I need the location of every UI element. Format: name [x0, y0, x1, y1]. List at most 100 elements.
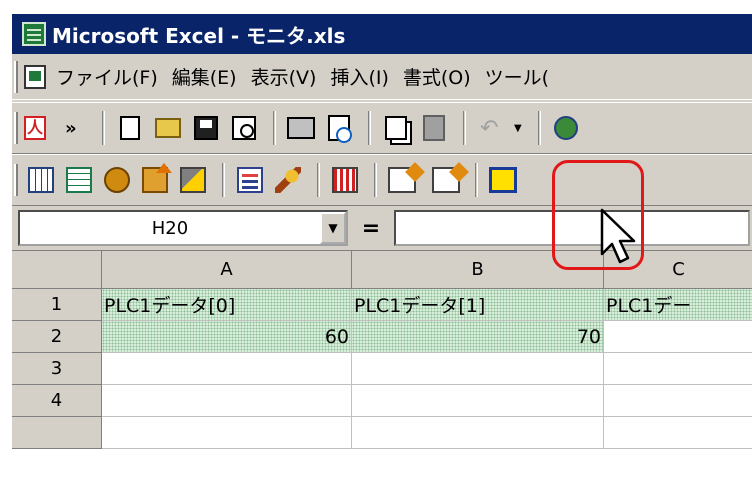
chart-icon	[332, 167, 358, 193]
grid-icon	[28, 167, 54, 193]
column-header-a[interactable]: A	[102, 251, 352, 289]
menu-bar: ファイル(F) 編集(E) 表示(V) 挿入(I) 書式(O) ツール(	[12, 54, 752, 100]
open-icon	[155, 118, 181, 138]
print-button[interactable]	[284, 111, 318, 145]
name-box-value: H20	[151, 217, 189, 239]
new-button[interactable]	[113, 111, 147, 145]
document-icon[interactable]	[24, 64, 46, 89]
toolbar-grip[interactable]	[14, 164, 18, 196]
sheet-transfer-button-2[interactable]	[429, 163, 463, 197]
undo-icon: ↶	[480, 115, 499, 141]
cell-a1[interactable]: PLC1データ[0]	[102, 289, 352, 321]
cell-c5[interactable]	[604, 417, 752, 449]
save-button[interactable]	[189, 111, 223, 145]
new-icon	[120, 116, 140, 140]
toolbar-separator	[475, 163, 478, 197]
grid-button-2[interactable]	[62, 163, 96, 197]
cell-c3[interactable]	[604, 353, 752, 385]
menu-insert[interactable]: 挿入(I)	[330, 63, 388, 90]
toolbar-separator	[102, 111, 105, 145]
frame-button[interactable]	[486, 163, 520, 197]
chevron-icon: »	[65, 117, 77, 139]
menu-format[interactable]: 書式(O)	[403, 63, 471, 90]
menubar-grip[interactable]	[14, 60, 18, 93]
sheet-transfer-icon	[388, 167, 416, 193]
row-header[interactable]: 3	[12, 353, 102, 385]
menu-file[interactable]: ファイル(F)	[56, 63, 158, 90]
sheet-transfer-button[interactable]	[385, 163, 419, 197]
toolbar-separator	[538, 111, 541, 145]
cell-c4[interactable]	[604, 385, 752, 417]
toolbar-separator	[463, 111, 466, 145]
web-button[interactable]	[549, 111, 583, 145]
cell-b4[interactable]	[352, 385, 604, 417]
menu-tools[interactable]: ツール(	[485, 63, 549, 90]
title-bar: Microsoft Excel - モニタ.xls	[12, 14, 752, 54]
print-preview-button[interactable]	[322, 111, 356, 145]
formula-equals[interactable]: =	[348, 216, 394, 241]
toolbar-separator	[374, 163, 377, 197]
open-button[interactable]	[151, 111, 185, 145]
print-icon	[287, 117, 315, 139]
cell-c1[interactable]: PLC1デー	[604, 289, 752, 321]
table-row	[12, 417, 752, 449]
bug-button[interactable]	[100, 163, 134, 197]
toolbar-options-button[interactable]: »	[56, 111, 90, 145]
brush-icon	[275, 167, 301, 193]
cell-a4[interactable]	[102, 385, 352, 417]
cell-b3[interactable]	[352, 353, 604, 385]
toolbar-separator	[368, 111, 371, 145]
sheet-transfer-icon-2	[432, 167, 460, 193]
copy-button[interactable]	[379, 111, 413, 145]
permission-icon	[232, 116, 256, 140]
permission-button[interactable]	[227, 111, 261, 145]
function-button[interactable]	[233, 163, 267, 197]
web-icon	[554, 116, 578, 140]
row-header[interactable]: 2	[12, 321, 102, 353]
row-header[interactable]	[12, 417, 102, 449]
undo-button[interactable]: ↶	[474, 111, 508, 145]
mouse-pointer-icon	[600, 208, 636, 264]
menu-view[interactable]: 表示(V)	[251, 63, 317, 90]
standard-toolbar: 人 » ↶ ▼	[12, 102, 752, 154]
table-row: 3	[12, 353, 752, 385]
undo-dropdown[interactable]: ▼	[512, 111, 526, 145]
grid-icon-2	[66, 167, 92, 193]
cell-b2[interactable]: 70	[352, 321, 604, 353]
cell-a5[interactable]	[102, 417, 352, 449]
cell-c2[interactable]	[604, 321, 752, 353]
toolbar-separator	[222, 163, 225, 197]
row-header[interactable]: 1	[12, 289, 102, 321]
chart-button[interactable]	[328, 163, 362, 197]
frame-icon	[489, 167, 517, 193]
name-box-dropdown[interactable]: ▼	[320, 212, 346, 244]
toolbar-separator	[273, 111, 276, 145]
brush-button[interactable]	[271, 163, 305, 197]
cell-a3[interactable]	[102, 353, 352, 385]
copy-icon	[385, 116, 407, 140]
cell-a2[interactable]: 60	[102, 321, 352, 353]
table-row: 1 PLC1データ[0] PLC1データ[1] PLC1デー	[12, 289, 752, 321]
upload-button[interactable]	[138, 163, 172, 197]
menu-edit[interactable]: 編集(E)	[172, 63, 237, 90]
tools-icon	[180, 167, 206, 193]
window-title: Microsoft Excel - モニタ.xls	[52, 23, 346, 48]
cell-b1[interactable]: PLC1データ[1]	[352, 289, 604, 321]
row-header[interactable]: 4	[12, 385, 102, 417]
print-preview-icon	[328, 115, 352, 143]
excel-app-icon[interactable]	[22, 22, 46, 46]
dropdown-arrow-icon: ▼	[514, 122, 522, 134]
select-all-corner[interactable]	[12, 251, 102, 289]
paste-button[interactable]	[417, 111, 451, 145]
toolbar-separator	[317, 163, 320, 197]
pdf-icon: 人	[24, 116, 46, 140]
table-row: 4	[12, 385, 752, 417]
cell-b5[interactable]	[352, 417, 604, 449]
grid-button[interactable]	[24, 163, 58, 197]
upload-icon	[142, 163, 172, 193]
pdf-button[interactable]: 人	[18, 111, 52, 145]
table-row: 2 60 70	[12, 321, 752, 353]
name-box[interactable]: H20 ▼	[18, 210, 348, 246]
tools-button[interactable]	[176, 163, 210, 197]
save-icon	[194, 116, 218, 140]
